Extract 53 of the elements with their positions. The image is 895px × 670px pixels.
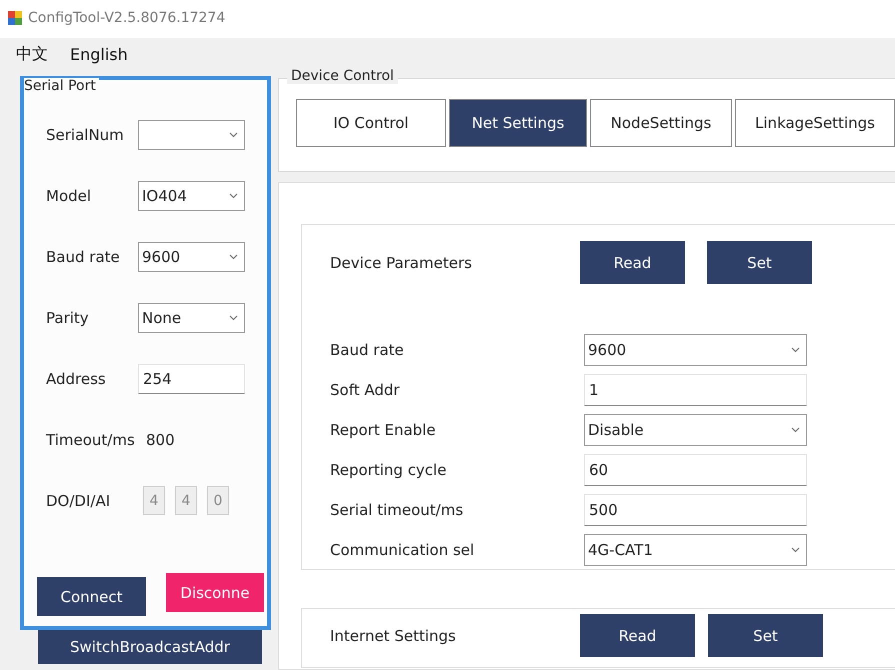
input-field[interactable]: 500 [584,494,807,526]
app-icon [8,11,22,25]
field-label: SerialNum [46,126,125,144]
dropdown[interactable]: 9600 [138,242,245,272]
field-label: Baud rate [330,341,405,359]
chevron-down-icon [791,427,800,433]
set-button[interactable]: Set [708,614,823,657]
field-label: Reporting cycle [330,461,448,479]
group-title: Device Control [287,68,398,84]
tab[interactable]: Net Settings [449,99,587,147]
input-field[interactable]: 1 [584,374,807,406]
tab[interactable]: LinkageSettings [735,99,895,147]
dropdown[interactable]: 9600 [584,334,807,366]
disconnect-button[interactable]: Disconne [166,573,264,612]
read-button[interactable]: Read [580,241,685,284]
chevron-down-icon [229,254,238,260]
field-label: Baud rate [46,248,121,266]
count-field: 4 [175,486,197,515]
tab[interactable]: IO Control [296,99,446,147]
count-field: 4 [143,486,165,515]
set-button[interactable]: Set [707,241,812,284]
switch-broadcast-button[interactable]: SwitchBroadcastAddr [38,630,262,664]
input-field[interactable]: 60 [584,454,807,486]
read-button[interactable]: Read [580,614,695,657]
section-title: Device Parameters [330,254,473,272]
input-field[interactable]: 254 [138,364,245,394]
field-label: Model [46,186,92,204]
field-label: Communication sel [330,541,476,559]
chevron-down-icon [791,347,800,353]
dropdown[interactable]: Disable [584,414,807,446]
field-label: Report Enable [330,421,437,439]
dropdown[interactable]: IO404 [138,180,245,210]
window-title: ConfigTool-V2.5.8076.17274 [28,10,226,26]
chevron-down-icon [791,547,800,553]
field-label: Address [46,370,107,388]
menu-item[interactable]: 中文 [16,44,48,64]
dropdown[interactable]: 4G-CAT1 [584,534,807,566]
chevron-down-icon [229,314,238,320]
field-value: 800 [146,430,175,448]
chevron-down-icon [229,132,238,138]
connect-button[interactable]: Connect [37,577,146,616]
dropdown[interactable] [138,120,245,150]
field-label: Timeout/ms [46,430,136,448]
count-field: 0 [207,486,229,515]
dropdown[interactable]: None [138,302,245,332]
chevron-down-icon [229,192,238,198]
field-label: Serial timeout/ms [330,501,464,519]
tab[interactable]: NodeSettings [590,99,732,147]
field-label: Soft Addr [330,381,401,399]
section-title: Internet Settings [330,626,457,644]
field-label: Parity [46,308,90,326]
field-label: DO/DI/AI [46,492,112,510]
menu-item[interactable]: English [70,44,128,64]
